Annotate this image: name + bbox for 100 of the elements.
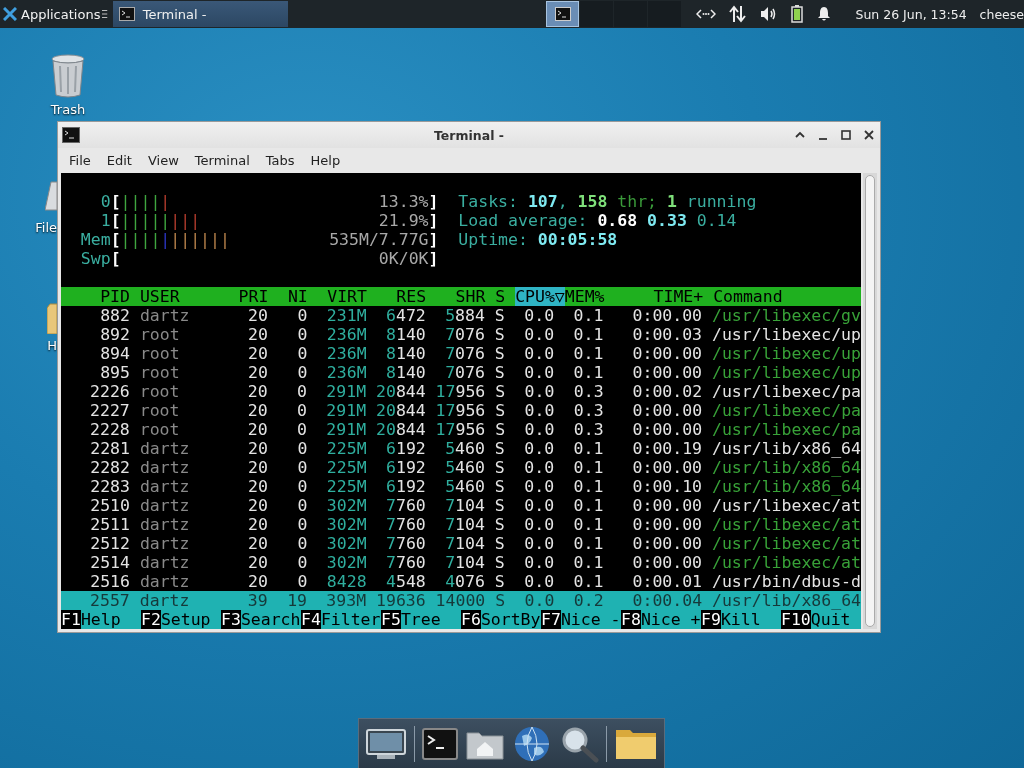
table-cell: 17956	[435, 382, 486, 401]
network-icon[interactable]	[696, 8, 717, 20]
function-key[interactable]: F3Search	[221, 610, 300, 629]
process-row[interactable]: 2514 dartz 20 0 302M 7760 7104 S 0.0 0.1 0:00.00 /usr/libexec/at	[61, 553, 861, 572]
menu-item[interactable]: View	[139, 153, 187, 168]
desktop-icon-label[interactable]: Trash	[50, 102, 86, 117]
process-row[interactable]: 2557 dartz 39 19 393M 19636 14000 S 0.0 0.2 0:00.04 /usr/lib/x86_64	[61, 591, 861, 610]
table-cell-text: 7760	[385, 553, 426, 572]
monitor-icon[interactable]	[365, 726, 408, 761]
table-cell-text: 892	[99, 325, 130, 344]
terminal-icon[interactable]	[422, 726, 459, 761]
meter-bar-text: ||||	[120, 230, 161, 249]
table-cell-text: 20	[247, 306, 268, 325]
table-cell: S	[494, 306, 505, 325]
user-name[interactable]: cheese	[979, 6, 1024, 22]
column-header[interactable]: PID	[61, 287, 130, 306]
meter-reading: 21.9%	[378, 211, 429, 230]
menu-item[interactable]: Terminal	[186, 153, 258, 168]
meter-bracket: [	[110, 230, 121, 249]
desktop-icon-label[interactable]: H	[47, 338, 57, 353]
table-cell-text: 20	[247, 572, 268, 591]
column-header[interactable]: CPU%▽	[515, 287, 565, 306]
process-row[interactable]: 2516 dartz 20 0 8428 4548 4076 S 0.0 0.1 0:00.01 /usr/bin/dbus-d	[61, 572, 861, 591]
process-row[interactable]: 882 dartz 20 0 231M 6472 5884 S 0.0 0.1 0:00.00 /usr/libexec/gv	[61, 306, 861, 325]
summary-text: 1	[666, 192, 677, 211]
table-cell: 20844	[376, 420, 426, 439]
column-header[interactable]: TIME+	[624, 287, 704, 306]
column-header[interactable]: SHR	[436, 287, 486, 306]
clock[interactable]: Sun 26 Jun, 13:54	[855, 6, 967, 22]
column-header[interactable]: Command	[713, 287, 861, 306]
table-cell: /usr/libexec/pa	[712, 382, 861, 401]
column-header[interactable]: VIRT	[317, 287, 367, 306]
column-header[interactable]: RES	[376, 287, 427, 306]
menu-item[interactable]: Edit	[98, 153, 140, 168]
meter-bracket: ]	[428, 230, 439, 249]
summary-text: ,	[557, 192, 568, 211]
process-row[interactable]: 2282 dartz 20 0 225M 6192 5460 S 0.0 0.1 0:00.00 /usr/lib/x86_64	[61, 458, 861, 477]
scrollbar[interactable]	[863, 173, 877, 629]
table-cell-text: root	[139, 401, 181, 420]
column-header[interactable]: S	[495, 287, 506, 306]
table-cell: 20844	[376, 401, 426, 420]
process-row[interactable]: 2281 dartz 20 0 225M 6192 5460 S 0.0 0.1 0:00.19 /usr/lib/x86_64	[61, 439, 861, 458]
notification-bell-icon[interactable]	[816, 6, 833, 22]
table-cell-text: 302M	[325, 534, 367, 553]
table-cell-text: 0.1	[572, 515, 604, 534]
battery-icon[interactable]	[791, 5, 804, 23]
table-cell-text: 0	[296, 344, 308, 363]
function-key[interactable]: F4Filter	[301, 610, 380, 629]
function-key[interactable]: F7Nice -	[541, 610, 620, 629]
menu-item[interactable]: File	[61, 153, 99, 168]
process-row[interactable]: 2512 dartz 20 0 302M 7760 7104 S 0.0 0.1 0:00.00 /usr/libexec/at	[61, 534, 861, 553]
table-cell: 17956	[435, 401, 486, 420]
table-cell-text: 0.1	[572, 363, 604, 382]
table-cell-text: 5460	[444, 477, 485, 496]
process-row[interactable]: 2511 dartz 20 0 302M 7760 7104 S 0.0 0.1 0:00.00 /usr/libexec/at	[61, 515, 861, 534]
table-cell-text: dartz	[139, 306, 191, 325]
table-cell-text: 0	[296, 515, 308, 534]
summary-text: Uptime:	[458, 230, 528, 249]
column-header[interactable]: PRI	[238, 287, 269, 306]
maximize-icon[interactable]	[840, 129, 852, 141]
process-row[interactable]: 894 root 20 0 236M 8140 7076 S 0.0 0.1 0:00.00 /usr/libexec/up	[61, 344, 861, 363]
taskbar-button[interactable]: Terminal -	[112, 1, 289, 27]
meter-bracket: ]	[428, 249, 439, 268]
table-cell-text: 20	[247, 553, 268, 572]
close-icon[interactable]	[863, 129, 875, 141]
table-cell-text: 0.0	[523, 572, 555, 591]
table-cell-text: 2228	[89, 420, 130, 439]
process-row[interactable]: 895 root 20 0 236M 8140 7076 S 0.0 0.1 0:00.00 /usr/libexec/up	[61, 363, 861, 382]
table-cell-text: 8140	[385, 363, 426, 382]
function-key[interactable]: F8Nice +	[621, 610, 700, 629]
table-cell-text: dartz	[139, 477, 191, 496]
table-cell-text: 302M	[325, 553, 367, 572]
table-cell: S	[494, 344, 505, 363]
process-row[interactable]: 2228 root 20 0 291M 20844 17956 S 0.0 0.3 0:00.00 /usr/libexec/pa	[61, 420, 861, 439]
process-row[interactable]: 892 root 20 0 236M 8140 7076 S 0.0 0.1 0:00.03 /usr/libexec/up	[61, 325, 861, 344]
table-cell: 17956	[435, 420, 486, 439]
column-header[interactable]: USER	[139, 287, 229, 306]
table-cell-text: 0.0	[523, 306, 555, 325]
menu-item[interactable]: Tabs	[257, 153, 303, 168]
table-cell-text: 225M	[325, 477, 367, 496]
summary-text: Tasks:	[458, 192, 518, 211]
process-row[interactable]: 2226 root 20 0 291M 20844 17956 S 0.0 0.3 0:00.02 /usr/libexec/pa	[61, 382, 861, 401]
workspace-button[interactable]	[546, 1, 580, 27]
menu-item[interactable]: Help	[302, 153, 349, 168]
table-cell-text: root	[139, 344, 181, 363]
process-row[interactable]: 2227 root 20 0 291M 20844 17956 S 0.0 0.3 0:00.00 /usr/libexec/pa	[61, 401, 861, 420]
table-cell: 20844	[376, 382, 426, 401]
process-row[interactable]: 2510 dartz 20 0 302M 7760 7104 S 0.0 0.1 0:00.00 /usr/libexec/at	[61, 496, 861, 515]
desktop-icon-label[interactable]: File	[35, 220, 57, 235]
table-cell-text: 0.3	[572, 382, 604, 401]
table-cell-text: 2510	[89, 496, 130, 515]
applications-menu[interactable]: Applications	[0, 0, 101, 28]
table-cell-text: 0.0	[523, 591, 555, 610]
table-cell: S	[495, 401, 506, 420]
function-key[interactable]: F6SortBy	[461, 610, 540, 629]
column-header[interactable]: NI	[278, 287, 308, 306]
process-row[interactable]: 2283 dartz 20 0 225M 6192 5460 S 0.0 0.1 0:00.10 /usr/lib/x86_64	[61, 477, 861, 496]
trash-icon[interactable]	[50, 54, 86, 98]
table-cell-text: 0:00.00	[631, 363, 703, 382]
transfer-arrows-icon[interactable]	[729, 5, 748, 23]
